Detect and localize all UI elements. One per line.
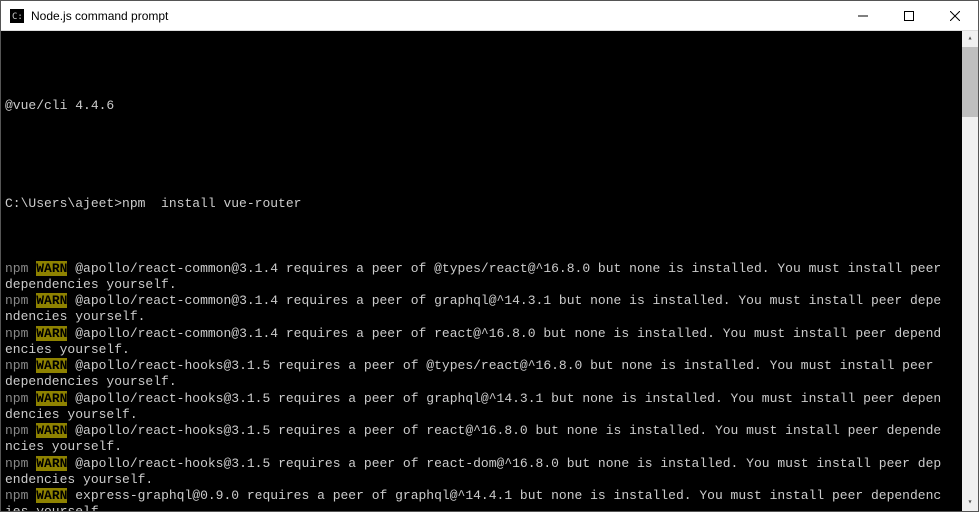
- npm-label: npm: [5, 326, 28, 341]
- warn-message: @apollo/react-hooks@3.1.5 requires a pee…: [5, 423, 941, 454]
- prompt-command: npm install vue-router: [122, 196, 301, 211]
- scroll-up-icon[interactable]: ▴: [962, 31, 978, 47]
- scroll-down-icon[interactable]: ▾: [962, 495, 978, 511]
- blank-line: [5, 147, 956, 163]
- warn-line: npm WARN @apollo/react-hooks@3.1.5 requi…: [5, 456, 956, 489]
- prompt-path: C:\Users\ajeet>: [5, 196, 122, 211]
- warn-badge: WARN: [36, 456, 67, 471]
- warn-message: @apollo/react-common@3.1.4 requires a pe…: [5, 293, 941, 324]
- npm-label: npm: [5, 358, 28, 373]
- warn-line: npm WARN @apollo/react-hooks@3.1.5 requi…: [5, 358, 956, 391]
- prompt-line-1: C:\Users\ajeet>npm install vue-router: [5, 196, 956, 212]
- warn-badge: WARN: [36, 391, 67, 406]
- warn-badge: WARN: [36, 261, 67, 276]
- terminal-area[interactable]: @vue/cli 4.4.6 C:\Users\ajeet>npm instal…: [1, 31, 978, 511]
- window-controls: [840, 1, 978, 30]
- warn-badge: WARN: [36, 423, 67, 438]
- warn-line: npm WARN express-graphql@0.9.0 requires …: [5, 488, 956, 511]
- maximize-button[interactable]: [886, 1, 932, 30]
- warn-line: npm WARN @apollo/react-hooks@3.1.5 requi…: [5, 423, 956, 456]
- warn-message: @apollo/react-common@3.1.4 requires a pe…: [5, 326, 941, 357]
- warn-badge: WARN: [36, 488, 67, 503]
- warn-line: npm WARN @apollo/react-common@3.1.4 requ…: [5, 261, 956, 294]
- npm-label: npm: [5, 456, 28, 471]
- warn-message: express-graphql@0.9.0 requires a peer of…: [5, 488, 941, 511]
- close-button[interactable]: [932, 1, 978, 30]
- warn-line: npm WARN @apollo/react-hooks@3.1.5 requi…: [5, 391, 956, 424]
- cli-header: @vue/cli 4.4.6: [5, 98, 956, 114]
- npm-label: npm: [5, 391, 28, 406]
- vertical-scrollbar[interactable]: ▴ ▾: [962, 31, 978, 511]
- npm-label: npm: [5, 293, 28, 308]
- warn-message: @apollo/react-common@3.1.4 requires a pe…: [5, 261, 949, 292]
- npm-label: npm: [5, 261, 28, 276]
- warn-line: npm WARN @apollo/react-common@3.1.4 requ…: [5, 326, 956, 359]
- warn-message: @apollo/react-hooks@3.1.5 requires a pee…: [5, 358, 941, 389]
- npm-label: npm: [5, 488, 28, 503]
- app-icon: C:: [9, 8, 25, 24]
- warn-line: npm WARN @apollo/react-common@3.1.4 requ…: [5, 293, 956, 326]
- minimize-button[interactable]: [840, 1, 886, 30]
- warn-badge: WARN: [36, 293, 67, 308]
- svg-text:C:: C:: [12, 12, 23, 22]
- warn-badge: WARN: [36, 358, 67, 373]
- window-title: Node.js command prompt: [31, 9, 840, 23]
- titlebar[interactable]: C: Node.js command prompt: [1, 1, 978, 31]
- terminal-content: @vue/cli 4.4.6 C:\Users\ajeet>npm instal…: [5, 66, 974, 512]
- warn-badge: WARN: [36, 326, 67, 341]
- warn-message: @apollo/react-hooks@3.1.5 requires a pee…: [5, 456, 941, 487]
- scrollbar-thumb[interactable]: [962, 47, 978, 117]
- warn-container: npm WARN @apollo/react-common@3.1.4 requ…: [5, 261, 956, 512]
- window-frame: C: Node.js command prompt @vue/cli 4.4.6…: [0, 0, 979, 512]
- npm-label: npm: [5, 423, 28, 438]
- warn-message: @apollo/react-hooks@3.1.5 requires a pee…: [5, 391, 941, 422]
